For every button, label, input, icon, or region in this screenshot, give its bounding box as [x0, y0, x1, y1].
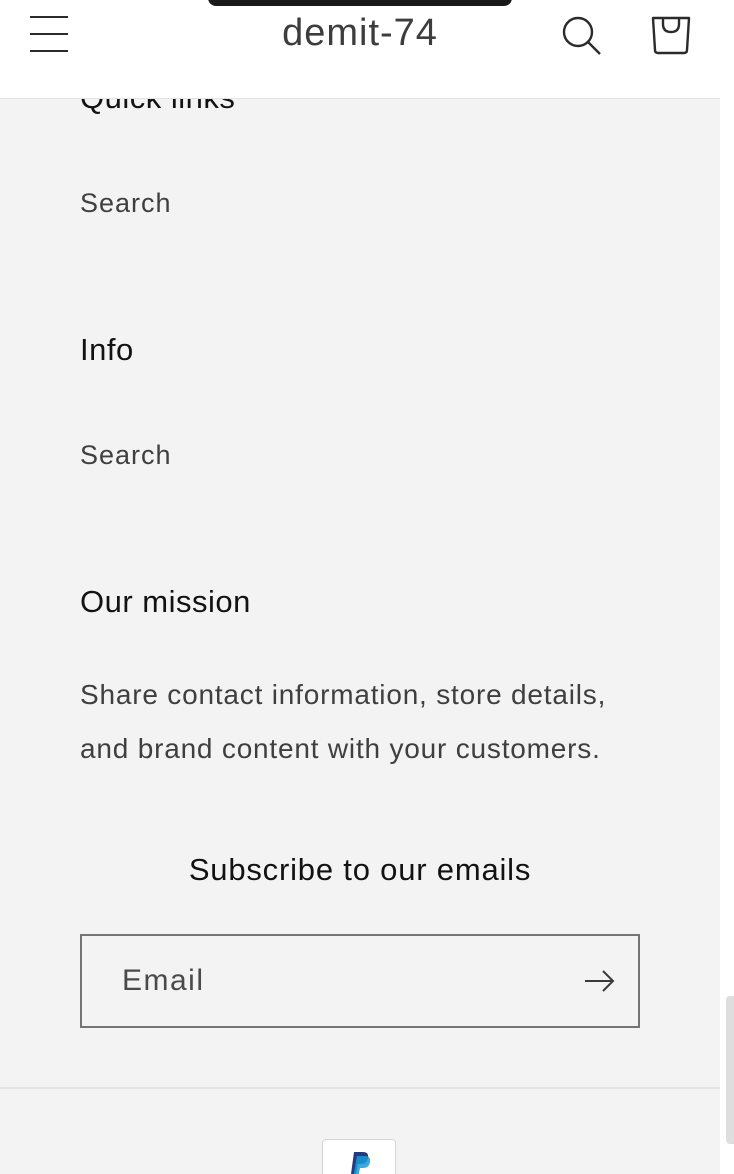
footer-heading-info: Info — [80, 332, 134, 367]
mission-text-line-2: and brand content with your customers. — [80, 733, 601, 764]
footer-link-search-info[interactable]: Search — [80, 440, 172, 471]
newsletter-form — [80, 934, 640, 1028]
newsletter-submit-button[interactable] — [562, 936, 638, 1026]
header: demit-74 — [0, 0, 720, 99]
newsletter-title: Subscribe to our emails — [188, 852, 532, 887]
email-input[interactable] — [82, 936, 552, 1026]
footer-divider — [0, 1087, 720, 1089]
footer: Quick links Search Info Search Our missi… — [0, 0, 720, 1174]
mission-text-line-1: Share contact information, store details… — [80, 679, 607, 710]
store-name[interactable]: demit-74 — [0, 12, 720, 55]
cart-icon[interactable] — [648, 10, 694, 58]
footer-heading-our-mission: Our mission — [80, 584, 251, 619]
mission-text: Share contact information, store details… — [80, 668, 660, 776]
paypal-icon — [322, 1139, 396, 1174]
scrollbar-thumb[interactable] — [726, 996, 734, 1144]
page: Quick links Search Info Search Our missi… — [0, 0, 734, 1174]
arrow-right-icon — [585, 970, 615, 992]
search-icon[interactable] — [560, 12, 606, 58]
footer-link-search[interactable]: Search — [80, 188, 172, 219]
device-notch — [208, 0, 512, 6]
